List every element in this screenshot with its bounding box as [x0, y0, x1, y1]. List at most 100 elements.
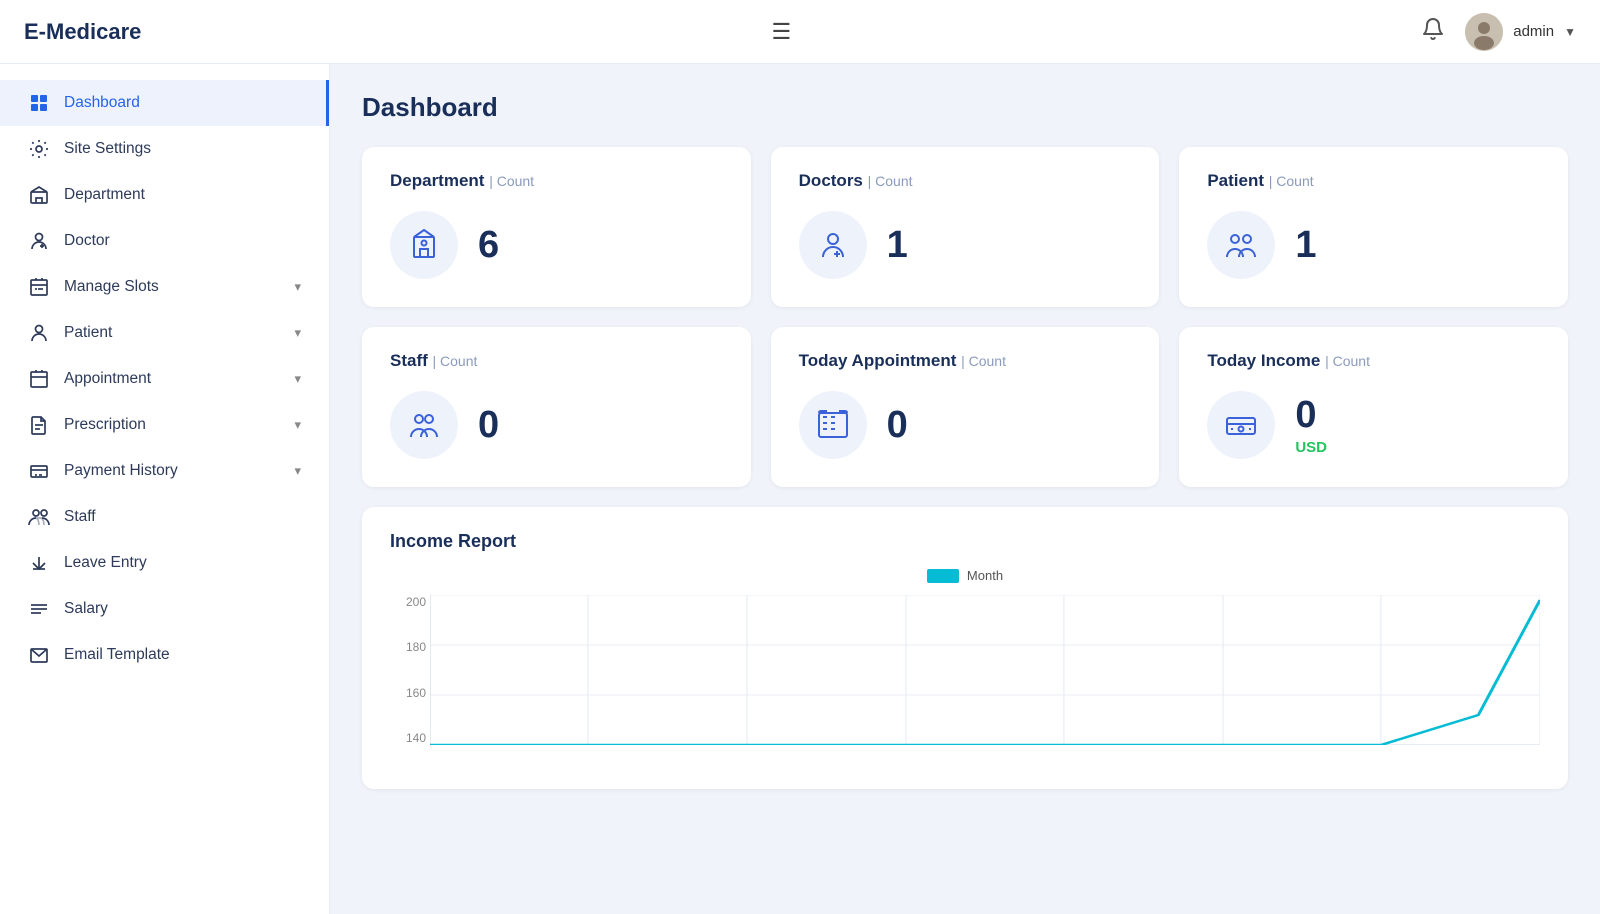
email-icon	[28, 645, 50, 665]
sidebar-item-label: Salary	[64, 600, 301, 618]
y-label-140: 140	[390, 731, 426, 745]
stat-card-today-income: Today Income | Count 0 U	[1179, 327, 1568, 487]
appointment-stat-icon	[799, 391, 867, 459]
sidebar-item-staff[interactable]: Staff	[0, 494, 329, 540]
stat-card-body: 0	[390, 391, 723, 459]
stat-count-label: | Count	[489, 173, 534, 189]
prescription-icon	[28, 415, 50, 435]
staff-stat-icon	[390, 391, 458, 459]
stat-card-body: 1	[1207, 211, 1540, 279]
settings-icon	[28, 139, 50, 159]
sidebar-item-prescription[interactable]: Prescription ▾	[0, 402, 329, 448]
stat-card-doctors: Doctors | Count 1	[771, 147, 1160, 307]
sidebar-item-payment-history[interactable]: Payment History ▾	[0, 448, 329, 494]
sidebar-item-label: Payment History	[64, 462, 280, 480]
stat-card-title: Today Appointment | Count	[799, 351, 1132, 371]
sidebar-item-label: Email Template	[64, 646, 301, 664]
slots-icon	[28, 277, 50, 297]
hamburger-icon[interactable]: ☰	[771, 19, 791, 45]
stat-count-label: | Count	[961, 353, 1006, 369]
sidebar: Dashboard Site Settings Department	[0, 64, 330, 914]
income-stat-icon	[1207, 391, 1275, 459]
chevron-down-icon: ▾	[294, 463, 301, 479]
stat-card-patient: Patient | Count 1	[1179, 147, 1568, 307]
bell-icon[interactable]	[1421, 17, 1445, 47]
main-content: Dashboard Department | Count	[330, 64, 1600, 914]
stat-value-today-income: 0	[1295, 394, 1327, 437]
sidebar-item-doctor[interactable]: Doctor	[0, 218, 329, 264]
page-title: Dashboard	[362, 92, 1568, 123]
department-icon	[28, 185, 50, 205]
usd-label: USD	[1295, 439, 1327, 456]
main-header: E-Medicare ☰ admin ▼	[0, 0, 1600, 64]
sidebar-item-label: Doctor	[64, 232, 301, 250]
chart-legend: Month	[390, 568, 1540, 583]
sidebar-item-label: Appointment	[64, 370, 280, 388]
stat-card-body: 1	[799, 211, 1132, 279]
stat-value-today-appointment: 0	[887, 404, 908, 447]
stat-card-today-appointment: Today Appointment | Count 0	[771, 327, 1160, 487]
stat-card-department: Department | Count 6	[362, 147, 751, 307]
sidebar-item-label: Staff	[64, 508, 301, 526]
stat-card-body: 0 USD	[1207, 391, 1540, 459]
sidebar-item-patient[interactable]: Patient ▾	[0, 310, 329, 356]
leave-icon	[28, 553, 50, 573]
sidebar-item-manage-slots[interactable]: Manage Slots ▾	[0, 264, 329, 310]
stat-card-title: Staff | Count	[390, 351, 723, 371]
sidebar-item-leave-entry[interactable]: Leave Entry	[0, 540, 329, 586]
appointment-icon	[28, 369, 50, 389]
sidebar-item-appointment[interactable]: Appointment ▾	[0, 356, 329, 402]
stat-card-staff: Staff | Count 0	[362, 327, 751, 487]
stat-card-title: Today Income | Count	[1207, 351, 1540, 371]
patient-stat-icon	[1207, 211, 1275, 279]
stat-count-label: | Count	[868, 173, 913, 189]
stats-grid-row1: Department | Count 6	[362, 147, 1568, 307]
dashboard-icon	[28, 93, 50, 113]
stat-card-title: Doctors | Count	[799, 171, 1132, 191]
sidebar-item-site-settings[interactable]: Site Settings	[0, 126, 329, 172]
header-right: admin ▼	[1421, 13, 1576, 51]
chevron-down-icon: ▾	[294, 371, 301, 387]
sidebar-item-label: Patient	[64, 324, 280, 342]
sidebar-item-label: Dashboard	[64, 94, 298, 112]
payment-icon	[28, 461, 50, 481]
admin-name-label: admin	[1513, 23, 1554, 40]
salary-icon	[28, 599, 50, 619]
staff-icon	[28, 507, 50, 527]
avatar	[1465, 13, 1503, 51]
stat-count-label: | Count	[1325, 353, 1370, 369]
sidebar-item-label: Leave Entry	[64, 554, 301, 572]
stat-count-label: | Count	[433, 353, 478, 369]
doctors-stat-icon	[799, 211, 867, 279]
legend-label: Month	[967, 568, 1003, 583]
income-report-card: Income Report Month 200 180 160 140	[362, 507, 1568, 789]
stat-value-staff: 0	[478, 404, 499, 447]
app-logo: E-Medicare	[24, 19, 141, 45]
y-label-160: 160	[390, 686, 426, 700]
chevron-down-icon: ▾	[294, 417, 301, 433]
stat-count-label: | Count	[1269, 173, 1314, 189]
sidebar-item-salary[interactable]: Salary	[0, 586, 329, 632]
doctor-icon	[28, 231, 50, 251]
legend-color-box	[927, 569, 959, 583]
chevron-down-icon: ▾	[294, 279, 301, 295]
stat-value-doctors: 1	[887, 224, 908, 267]
sidebar-item-label: Manage Slots	[64, 278, 280, 296]
income-report-title: Income Report	[390, 531, 1540, 552]
chevron-down-icon: ▾	[294, 325, 301, 341]
y-label-180: 180	[390, 640, 426, 654]
stat-card-body: 0	[799, 391, 1132, 459]
stat-value-patient: 1	[1295, 224, 1316, 267]
stat-card-body: 6	[390, 211, 723, 279]
income-chart-line	[430, 600, 1540, 745]
stats-grid-row2: Staff | Count 0	[362, 327, 1568, 487]
main-layout: Dashboard Site Settings Department	[0, 64, 1600, 914]
department-stat-icon	[390, 211, 458, 279]
sidebar-item-dashboard[interactable]: Dashboard	[0, 80, 329, 126]
sidebar-item-department[interactable]: Department	[0, 172, 329, 218]
admin-caret-icon: ▼	[1564, 25, 1576, 39]
stat-value-department: 6	[478, 224, 499, 267]
sidebar-item-email-template[interactable]: Email Template	[0, 632, 329, 678]
income-chart-svg	[430, 595, 1540, 745]
admin-menu[interactable]: admin ▼	[1465, 13, 1576, 51]
